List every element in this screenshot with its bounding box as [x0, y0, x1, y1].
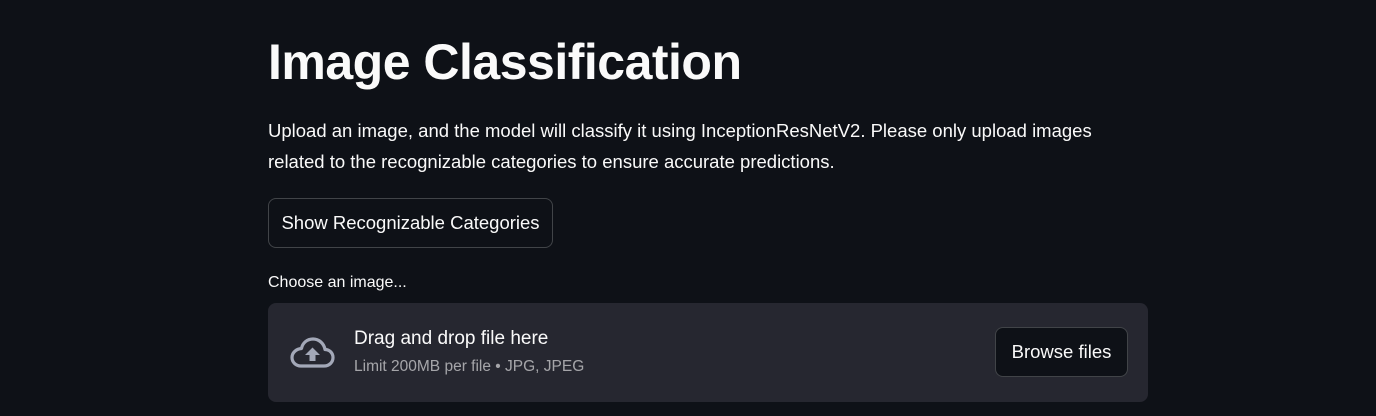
drag-drop-text: Drag and drop file here: [354, 328, 549, 349]
file-dropzone[interactable]: Drag and drop file here Limit 200MB per …: [268, 303, 1148, 402]
file-limit-text: Limit 200MB per file • JPG, JPEG: [354, 358, 585, 375]
show-categories-button[interactable]: Show Recognizable Categories: [268, 198, 553, 248]
browse-files-button[interactable]: Browse files: [995, 327, 1128, 377]
dropzone-instructions: Drag and drop file here Limit 200MB per …: [354, 325, 584, 378]
file-uploader-label: Choose an image...: [268, 274, 407, 291]
page-description: Upload an image, and the model will clas…: [268, 120, 1092, 172]
cloud-upload-icon: [290, 337, 335, 368]
page-title: Image Classification: [268, 34, 742, 90]
